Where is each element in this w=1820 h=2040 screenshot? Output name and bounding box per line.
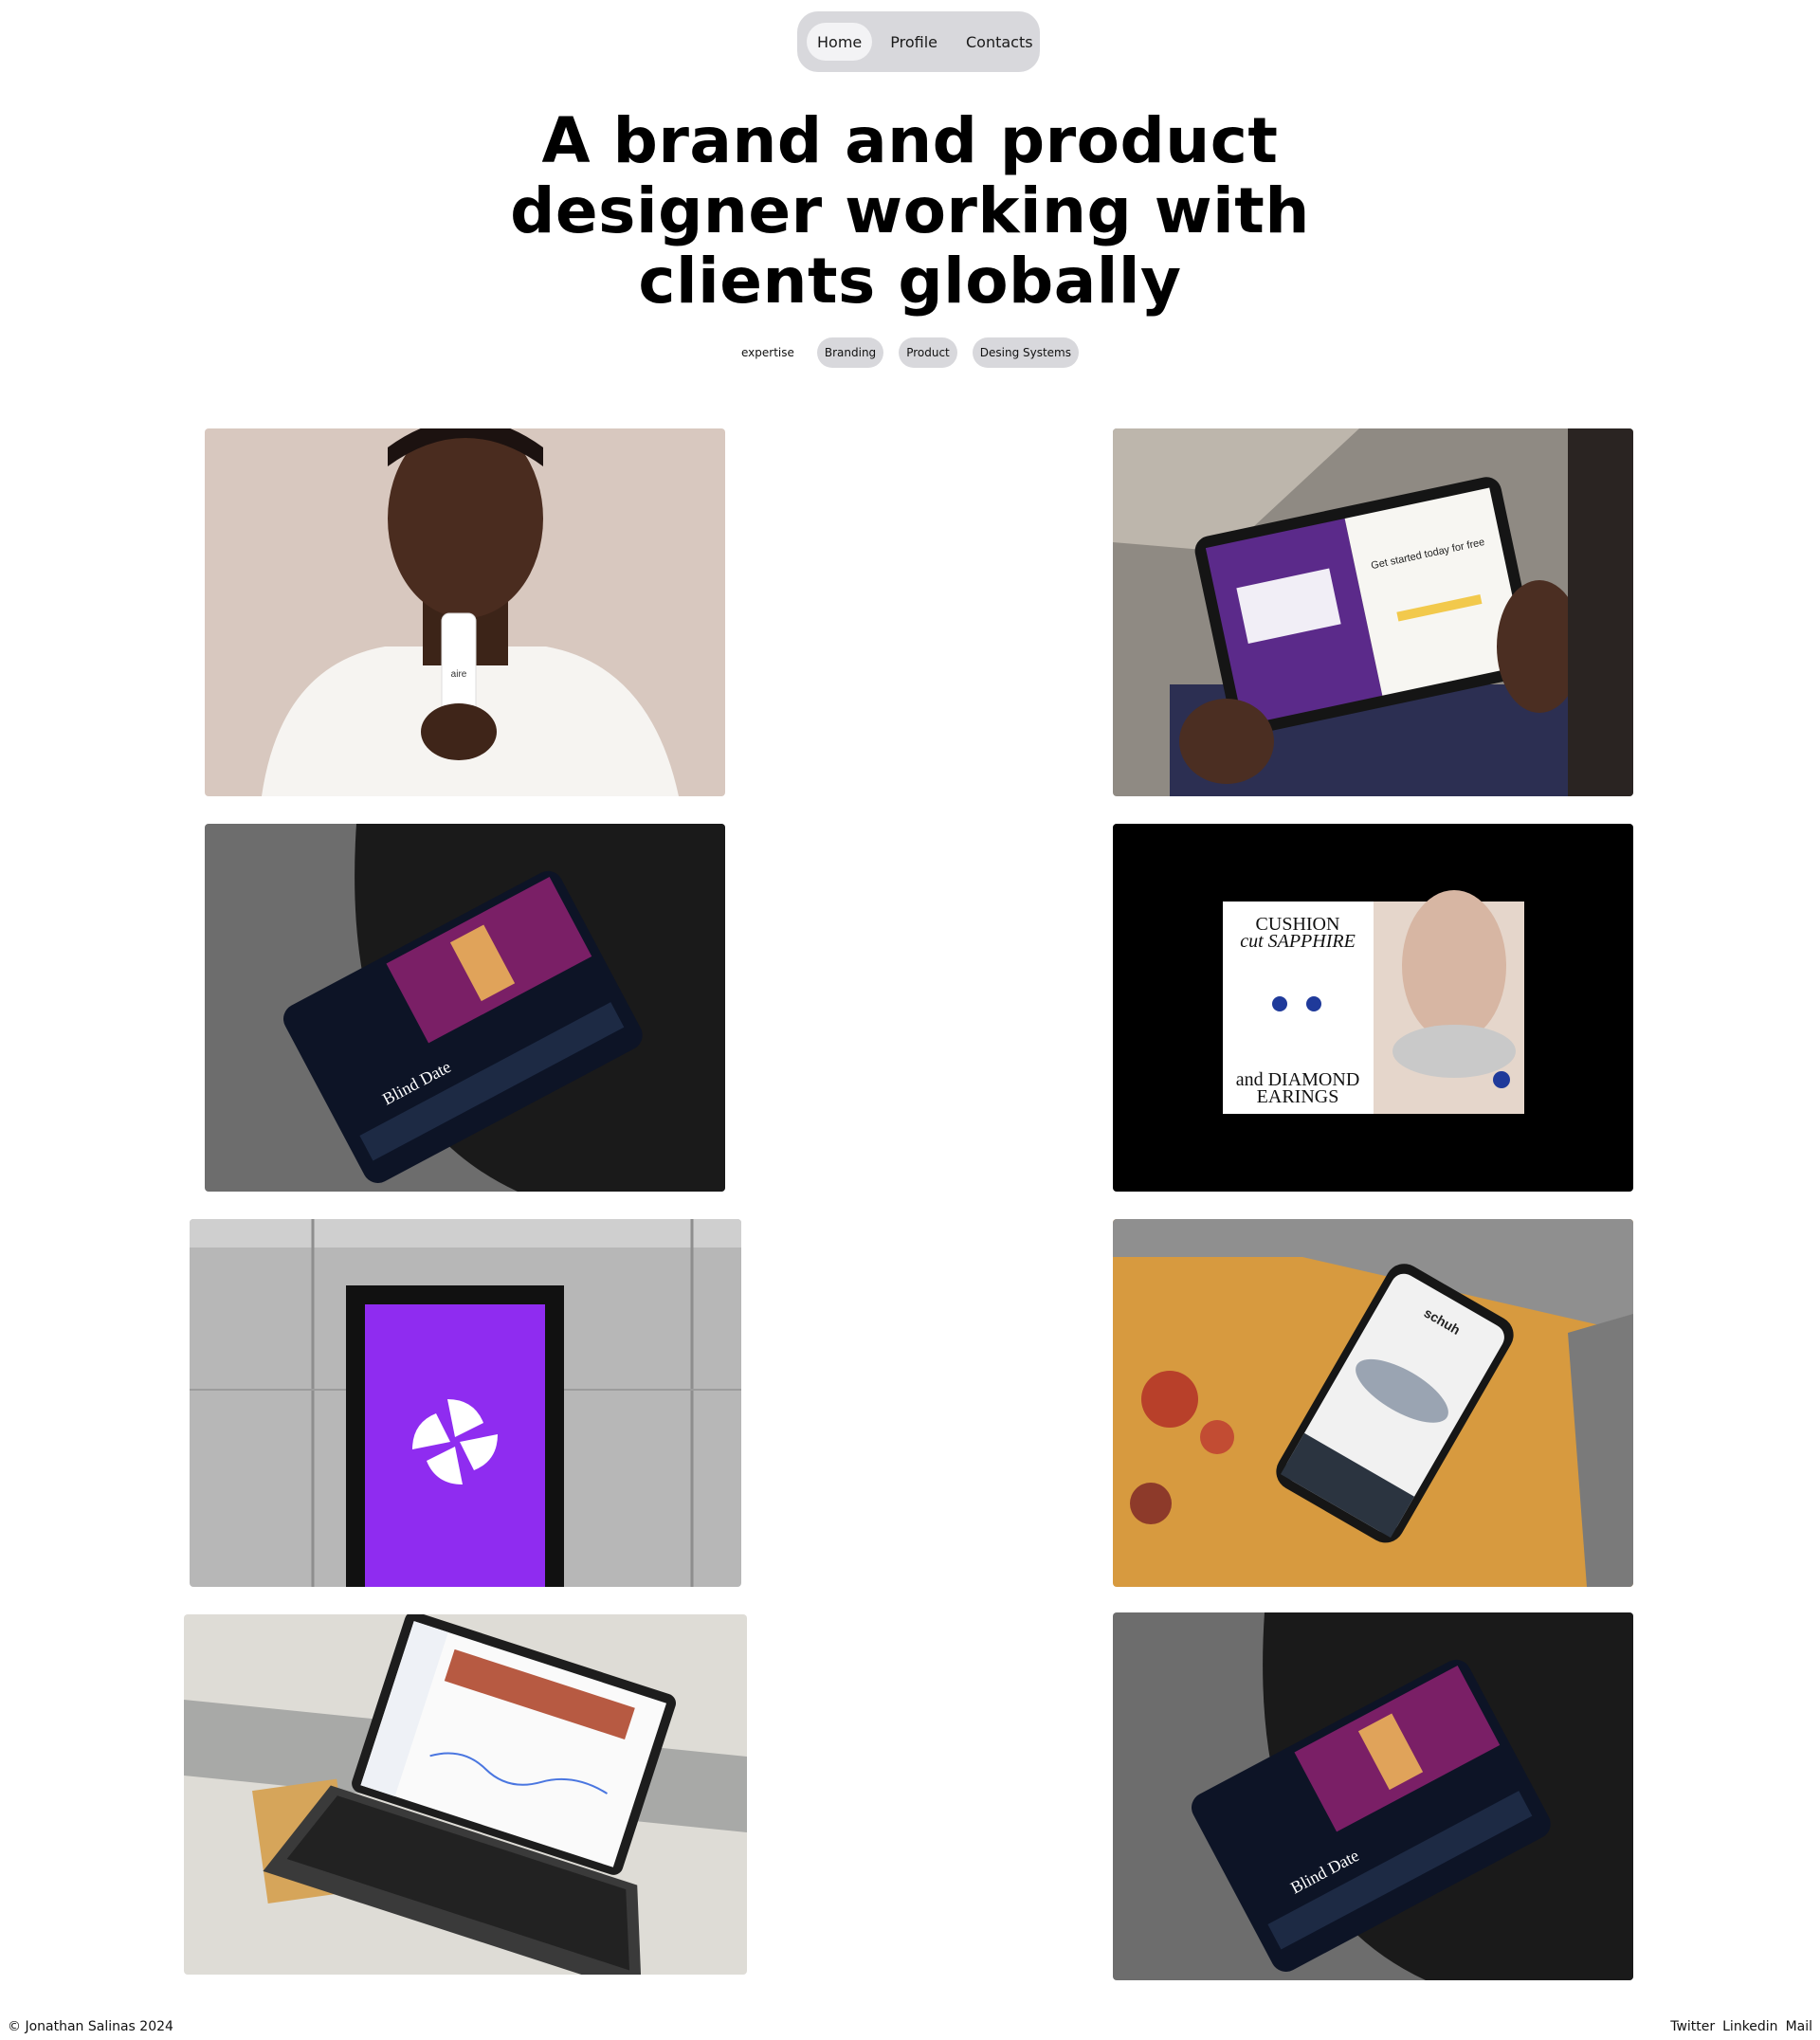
top-nav: Home Profile Contacts — [797, 11, 1040, 72]
skincare-model-image: aire — [205, 428, 725, 796]
ad-line-2: cut SAPPHIRE — [1240, 931, 1356, 952]
jewellery-ad-image: CUSHION cut SAPPHIRE and DIAMOND EARINGS — [1113, 824, 1633, 1192]
project-card-streaming[interactable]: Blind Date — [205, 824, 725, 1192]
nav-home-link[interactable]: Home — [807, 23, 873, 61]
nav-contacts-link[interactable]: Contacts — [956, 23, 1044, 61]
tablet-signup-image: Get started today for free — [1113, 428, 1633, 796]
footer-linkedin-link[interactable]: Linkedin — [1722, 2019, 1777, 2034]
phone-shop-image: schuh — [1113, 1219, 1633, 1587]
nav-profile-link[interactable]: Profile — [880, 23, 948, 61]
project-card-skincare[interactable]: aire — [205, 428, 725, 796]
footer-links: Twitter Linkedin Mail — [1670, 2019, 1812, 2034]
footer-copyright: © Jonathan Salinas 2024 — [8, 2019, 173, 2034]
hero-line-1: A brand and product — [541, 104, 1279, 177]
laptop-dashboard-image — [184, 1614, 747, 1975]
hero-headline: A brand and product designer working wit… — [436, 106, 1384, 317]
project-card-tablet-signup[interactable]: Get started today for free — [1113, 428, 1633, 796]
ad-line-4: EARINGS — [1257, 1086, 1339, 1107]
tablet-streaming-image: Blind Date — [205, 824, 725, 1192]
footer-mail-link[interactable]: Mail — [1786, 2019, 1812, 2034]
project-card-streaming-2[interactable]: Blind Date — [1113, 1612, 1633, 1980]
expertise-tags: expertise Branding Product Desing System… — [0, 337, 1820, 368]
project-card-jewellery[interactable]: CUSHION cut SAPPHIRE and DIAMOND EARINGS — [1113, 824, 1633, 1192]
tablet-streaming-2-image: Blind Date — [1113, 1612, 1633, 1980]
hero-line-3: clients globally — [638, 245, 1182, 318]
project-card-phone-shop[interactable]: schuh — [1113, 1219, 1633, 1587]
tag-product[interactable]: Product — [899, 337, 957, 368]
project-card-kiosk[interactable] — [190, 1219, 741, 1587]
product-label-text: aire — [451, 669, 467, 680]
hero-line-2: designer working with — [510, 174, 1310, 247]
tag-design-systems[interactable]: Desing Systems — [972, 337, 1079, 368]
footer-twitter-link[interactable]: Twitter — [1670, 2019, 1715, 2034]
tag-branding[interactable]: Branding — [816, 337, 884, 368]
project-card-laptop[interactable] — [184, 1614, 747, 1975]
purple-kiosk-image — [190, 1219, 741, 1587]
expertise-label: expertise — [740, 346, 794, 359]
